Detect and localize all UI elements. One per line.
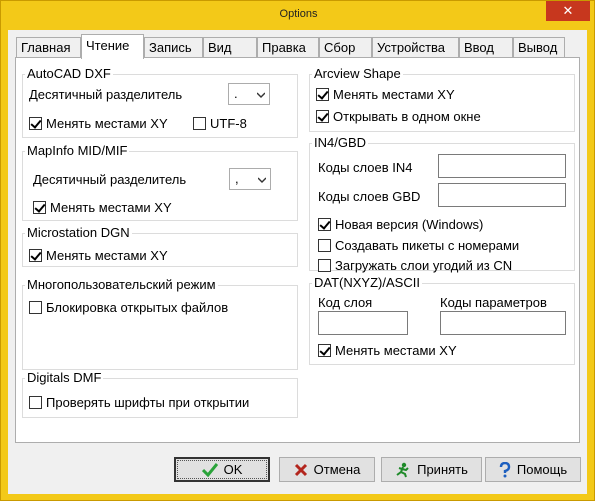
checkbox-unchecked-icon: [318, 238, 331, 252]
ok-button-label: OK: [223, 462, 243, 477]
close-button[interactable]: ✕: [546, 1, 590, 21]
cancel-button-label: Отмена: [313, 462, 361, 477]
ok-button[interactable]: OK: [174, 457, 270, 482]
dat-param-codes-input[interactable]: [440, 311, 566, 335]
tab-panel-reading: AutoCAD DXF Десятичный разделитель . Мен…: [15, 57, 580, 443]
group-multiuser: Многопользовательский режим Блокировка о…: [22, 277, 298, 370]
group-arcview: Arcview Shape Менять местами XY Открыват…: [309, 66, 575, 132]
autocad-swap-xy-label: Менять местами XY: [46, 115, 168, 131]
group-mapinfo: MapInfo MID/MIF Десятичный разделитель ,…: [22, 143, 298, 221]
arcview-open-one-checkbox[interactable]: Открывать в одном окне: [316, 108, 481, 124]
gbd-codes-input[interactable]: [438, 183, 566, 207]
tab-devices[interactable]: Устройства: [372, 37, 459, 58]
group-dat-ascii: DAT(NXYZ)/ASCII Код слоя Коды параметров…: [309, 275, 575, 365]
checkbox-checked-icon: [33, 200, 46, 214]
tab-edit[interactable]: Правка: [257, 37, 319, 58]
checkbox-checked-icon: [29, 116, 42, 130]
checkbox-checked-icon: [29, 248, 42, 262]
group-title-multiuser: Многопользовательский режим: [25, 277, 218, 292]
in4-load-cn-checkbox[interactable]: Загружать слои угодий из CN: [318, 257, 512, 273]
group-title-mapinfo: MapInfo MID/MIF: [25, 143, 130, 158]
checkbox-unchecked-icon: [29, 395, 42, 409]
tab-writing[interactable]: Запись: [144, 37, 203, 58]
running-man-icon: [396, 462, 409, 477]
in4-codes-input[interactable]: [438, 154, 566, 178]
arcview-swap-xy-label: Менять местами XY: [333, 86, 455, 102]
arcview-open-one-label: Открывать в одном окне: [333, 108, 481, 124]
autocad-swap-xy-checkbox[interactable]: Менять местами XY: [29, 115, 168, 131]
in4-create-pickets-checkbox[interactable]: Создавать пикеты с номерами: [318, 237, 519, 253]
group-title-arcview: Arcview Shape: [312, 66, 403, 81]
autocad-decimal-value: .: [234, 86, 238, 101]
mapinfo-decimal-value: ,: [235, 171, 239, 186]
group-title-dat: DAT(NXYZ)/ASCII: [312, 275, 422, 290]
cancel-button[interactable]: Отмена: [279, 457, 375, 482]
dat-swap-xy-label: Менять местами XY: [335, 342, 457, 358]
microstation-swap-xy-checkbox[interactable]: Менять местами XY: [29, 247, 168, 263]
in4-codes-label: Коды слоев IN4: [318, 160, 413, 175]
tab-reading[interactable]: Чтение: [81, 34, 144, 59]
dat-layer-code-input[interactable]: [318, 311, 408, 335]
mapinfo-swap-xy-checkbox[interactable]: Менять местами XY: [33, 199, 172, 215]
multiuser-lock-files-checkbox[interactable]: Блокировка открытых файлов: [29, 299, 228, 315]
group-title-in4: IN4/GBD: [312, 135, 369, 150]
apply-button-label: Принять: [417, 462, 468, 477]
checkbox-checked-icon: [318, 343, 331, 357]
checkbox-checked-icon: [316, 109, 329, 123]
options-window: Options ✕ Главная Чтение Запись Вид Прав…: [0, 0, 595, 501]
title-bar[interactable]: Options ✕: [1, 1, 595, 29]
tab-output[interactable]: Вывод: [513, 37, 565, 58]
autocad-decimal-select[interactable]: .: [228, 83, 270, 105]
apply-button[interactable]: Принять: [381, 457, 482, 482]
in4-load-cn-label: Загружать слои угодий из CN: [335, 257, 513, 273]
group-title-digitals: Digitals DMF: [25, 370, 104, 385]
help-button[interactable]: Помощь: [485, 457, 581, 482]
group-title-microstation: Microstation DGN: [25, 225, 132, 240]
in4-create-pickets-label: Создавать пикеты с номерами: [335, 237, 520, 253]
checkbox-unchecked-icon: [193, 116, 206, 130]
tab-collect[interactable]: Сбор: [319, 37, 372, 58]
digitals-check-fonts-label: Проверять шрифты при открытии: [46, 394, 250, 410]
chevron-down-icon: [258, 177, 266, 183]
help-button-label: Помощь: [516, 462, 568, 477]
autocad-utf8-label: UTF-8: [210, 115, 247, 131]
question-mark-icon: [499, 461, 511, 477]
in4-new-version-checkbox[interactable]: Новая версия (Windows): [318, 216, 483, 232]
window-title: Options: [279, 8, 318, 20]
group-autocad-dxf: AutoCAD DXF Десятичный разделитель . Мен…: [22, 66, 298, 138]
autocad-utf8-checkbox[interactable]: UTF-8: [193, 115, 247, 131]
checkbox-unchecked-icon: [29, 300, 42, 314]
multiuser-lock-files-label: Блокировка открытых файлов: [46, 299, 229, 315]
checkbox-unchecked-icon: [318, 258, 331, 272]
tab-view[interactable]: Вид: [203, 37, 257, 58]
dat-layer-code-label: Код слоя: [318, 295, 373, 310]
tab-main[interactable]: Главная: [16, 37, 81, 58]
arcview-swap-xy-checkbox[interactable]: Менять местами XY: [316, 86, 455, 102]
mapinfo-decimal-label: Десятичный разделитель: [33, 172, 187, 187]
chevron-down-icon: [257, 92, 265, 98]
microstation-swap-xy-label: Менять местами XY: [46, 247, 168, 263]
group-in4-gbd: IN4/GBD Коды слоев IN4 Коды слоев GBD Но…: [309, 135, 575, 273]
checkbox-checked-icon: [318, 217, 331, 231]
group-microstation: Microstation DGN Менять местами XY: [22, 225, 298, 267]
group-digitals: Digitals DMF Проверять шрифты при открыт…: [22, 370, 298, 418]
mapinfo-swap-xy-label: Менять местами XY: [50, 199, 172, 215]
checkbox-checked-icon: [316, 87, 329, 101]
checkmark-icon: [201, 462, 218, 477]
cross-icon: [294, 463, 307, 476]
dat-swap-xy-checkbox[interactable]: Менять местами XY: [318, 342, 457, 358]
dat-param-codes-label: Коды параметров: [440, 295, 547, 310]
in4-new-version-label: Новая версия (Windows): [335, 216, 484, 232]
mapinfo-decimal-select[interactable]: ,: [229, 168, 271, 190]
group-title-autocad: AutoCAD DXF: [25, 66, 113, 81]
autocad-decimal-label: Десятичный разделитель: [29, 87, 183, 102]
tab-input[interactable]: Ввод: [459, 37, 513, 58]
digitals-check-fonts-checkbox[interactable]: Проверять шрифты при открытии: [29, 394, 249, 410]
dialog-client: Главная Чтение Запись Вид Правка Сбор Ус…: [8, 30, 587, 494]
gbd-codes-label: Коды слоев GBD: [318, 189, 421, 204]
